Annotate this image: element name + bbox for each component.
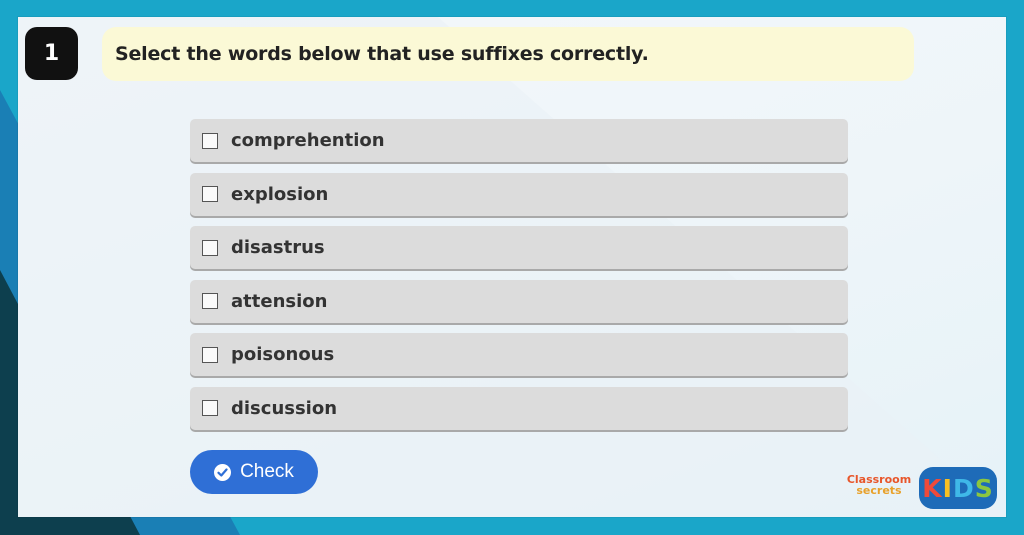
option-discussion[interactable]: discussion xyxy=(190,386,848,430)
option-label: disastrus xyxy=(231,237,325,259)
option-label: comprehention xyxy=(231,130,385,151)
option-label: explosion xyxy=(231,183,329,205)
checkbox[interactable] xyxy=(202,400,218,417)
checkbox[interactable] xyxy=(202,293,218,310)
question-number: 1 xyxy=(25,27,78,80)
option-attension[interactable]: attension xyxy=(190,279,848,323)
kids-logo: KIDS xyxy=(919,467,997,509)
option-disastrus[interactable]: disastrus xyxy=(190,226,848,270)
option-label: poisonous xyxy=(231,344,335,366)
option-poisonous[interactable]: poisonous xyxy=(190,333,848,377)
answer-options: comprehention explosion disastrus attens… xyxy=(190,119,848,441)
checkbox[interactable] xyxy=(202,239,218,256)
checkbox[interactable] xyxy=(202,186,218,203)
option-comprehention[interactable]: comprehention xyxy=(190,119,848,162)
check-circle-icon xyxy=(214,463,232,481)
check-button[interactable]: Check xyxy=(190,450,318,494)
option-explosion[interactable]: explosion xyxy=(190,172,848,216)
checkbox[interactable] xyxy=(202,132,218,149)
question-prompt: Select the words below that use suffixes… xyxy=(102,27,914,81)
option-label: discussion xyxy=(231,397,338,419)
classroom-secrets-logo: Classroom secrets xyxy=(846,473,912,497)
option-label: attension xyxy=(231,290,328,312)
checkbox[interactable] xyxy=(202,346,218,363)
check-button-label: Check xyxy=(240,461,294,482)
